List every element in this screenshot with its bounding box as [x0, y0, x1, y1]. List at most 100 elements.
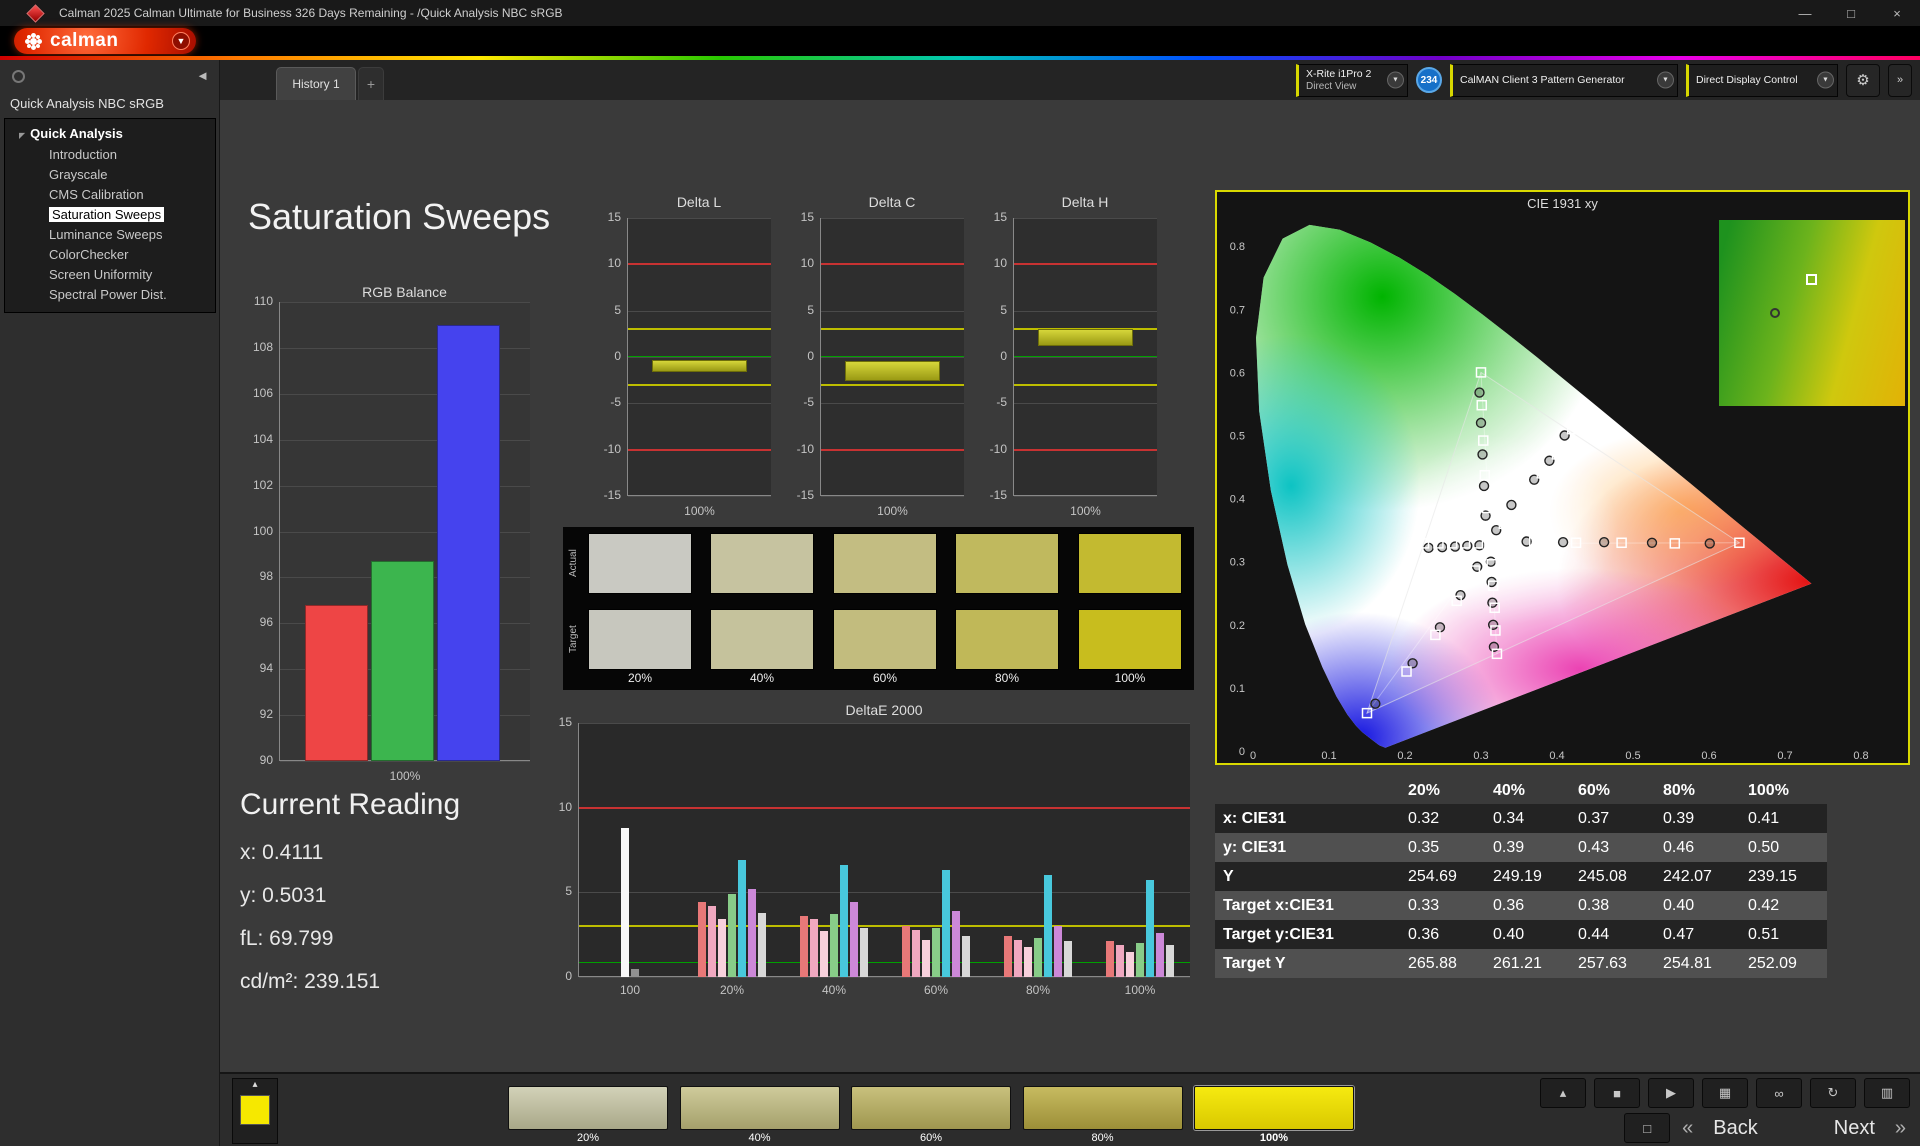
- tab-history-1[interactable]: History 1: [276, 67, 356, 100]
- chevrons-left-icon[interactable]: «: [1682, 1117, 1693, 1140]
- svg-text:0.6: 0.6: [1230, 367, 1245, 379]
- app-icon: [26, 3, 45, 23]
- refresh-button[interactable]: ↻: [1810, 1078, 1856, 1108]
- delta-h-title: Delta H: [1061, 194, 1109, 210]
- pattern-patch-100%[interactable]: [1194, 1086, 1354, 1130]
- patch-label: 80%: [1091, 1132, 1114, 1144]
- svg-text:0.4: 0.4: [1230, 494, 1245, 506]
- sidebar-item-grayscale[interactable]: Grayscale: [5, 164, 215, 184]
- svg-text:0.5: 0.5: [1625, 750, 1640, 762]
- tree-root-quick-analysis[interactable]: ◤ Quick Analysis: [5, 124, 215, 144]
- delta-c-title: Delta C: [868, 194, 916, 210]
- rgb-balance-plot: 90 92 94 96 98 100 102 104 106 108 110 100%: [253, 294, 530, 783]
- svg-text:0.8: 0.8: [1230, 241, 1245, 253]
- rgb-bar-green: [371, 561, 434, 761]
- logo-bar: calman ▼: [0, 26, 1920, 56]
- square-icon: □: [1643, 1120, 1652, 1136]
- sidebar: ◄ Quick Analysis NBC sRGB ◤ Quick Analysi…: [0, 60, 220, 1146]
- play-button[interactable]: ▶: [1648, 1078, 1694, 1108]
- meter-status-badge[interactable]: 234: [1416, 67, 1442, 93]
- pattern-patch-20%[interactable]: [508, 1086, 668, 1130]
- close-button[interactable]: ×: [1874, 0, 1920, 26]
- cie-measured-point: [1598, 536, 1610, 548]
- sidebar-collapse-icon[interactable]: ◄: [196, 68, 209, 83]
- patch-label: 40%: [748, 1132, 771, 1144]
- display-control-dropdown[interactable]: Direct Display Control ▼: [1686, 63, 1838, 97]
- cie-title: CIE 1931 xy: [1527, 196, 1598, 211]
- sidebar-item-saturation-sweeps[interactable]: Saturation Sweeps: [5, 204, 215, 224]
- svg-text:0: 0: [1239, 746, 1245, 758]
- saturation-data-table: 20% 40% 60% 80% 100% x: CIE31 0.32 0.34 0.37 0.39…: [1215, 778, 1827, 978]
- panel-expand-button[interactable]: »: [1888, 63, 1912, 97]
- table-row: Target Y 265.88 261.21 257.63 254.81 252.09: [1215, 949, 1827, 978]
- sidebar-item-colorchecker[interactable]: ColorChecker: [5, 244, 215, 264]
- svg-text:0.7: 0.7: [1230, 304, 1245, 316]
- sidebar-item-luminance-sweeps[interactable]: Luminance Sweeps: [5, 224, 215, 244]
- delta-l-plot: -15 -10 -5 0 5 10 15 100%: [604, 210, 771, 518]
- cie-measured-point: [1487, 619, 1499, 630]
- current-reading-block: Current Reading x: 0.4111 y: 0.5031 fL: 69…: [240, 788, 461, 993]
- deltae-title: DeltaE 2000: [845, 702, 923, 718]
- pattern-patch-40%[interactable]: [679, 1086, 840, 1130]
- svg-text:0.1: 0.1: [1321, 750, 1336, 762]
- cie-measured-point: [1506, 499, 1517, 511]
- svg-text:0.7: 0.7: [1777, 750, 1792, 762]
- back-button[interactable]: Back: [1713, 1117, 1757, 1140]
- sidebar-item-screen-uniformity[interactable]: Screen Uniformity: [5, 264, 215, 284]
- rgb-balance-title: RGB Balance: [362, 284, 447, 300]
- maximize-button[interactable]: □: [1828, 0, 1874, 26]
- stop-button[interactable]: ■: [1594, 1078, 1640, 1108]
- table-row: x: CIE31 0.32 0.34 0.37 0.39 0.41: [1215, 804, 1827, 833]
- collapse-arrow-icon: ◤: [19, 131, 26, 140]
- collapse-up-button[interactable]: ▴: [1540, 1078, 1586, 1108]
- delta-h-plot: -15 -10 -5 0 5 10 15 100%: [990, 210, 1157, 518]
- patch-label: 100%: [1259, 1132, 1289, 1144]
- device-toolbar: X-Rite i1Pro 2 Direct View ▼ 234 CalMAN …: [1296, 63, 1920, 97]
- cie-measured-point: [1449, 541, 1461, 552]
- svg-text:0.1: 0.1: [1230, 683, 1245, 695]
- chevron-down-icon: ▼: [1387, 71, 1404, 89]
- sidebar-item-spectral-power-dist-[interactable]: Spectral Power Dist.: [5, 284, 215, 304]
- svg-text:0.3: 0.3: [1230, 557, 1245, 569]
- loop-button[interactable]: ∞: [1756, 1078, 1802, 1108]
- calman-logo[interactable]: calman ▼: [14, 28, 196, 54]
- pattern-window-button[interactable]: □: [1624, 1113, 1671, 1143]
- table-row: y: CIE31 0.35 0.39 0.43 0.46 0.50: [1215, 833, 1827, 862]
- delta-l-chart: Delta L -15 -10 -5 0 5 10 15 100%: [592, 194, 778, 524]
- save-button[interactable]: ▦: [1702, 1078, 1748, 1108]
- pattern-generator-dropdown[interactable]: CalMAN Client 3 Pattern Generator ▼: [1450, 63, 1678, 97]
- pattern-patch-80%[interactable]: [1022, 1086, 1183, 1130]
- cie-measured-point: [1704, 538, 1715, 549]
- svg-text:0.5: 0.5: [1230, 431, 1245, 443]
- cie-1931-panel[interactable]: CIE 1931 xy 0 0 0.1 0.1 0.2 0.2 0.3 0.3 0.4 0.4 0.…: [1215, 190, 1910, 765]
- tab-strip: History 1 + X-Rite i1Pro 2 Direct View ▼…: [220, 60, 1920, 100]
- cie-zoom-inset: [1719, 220, 1905, 406]
- add-tab-button[interactable]: +: [358, 67, 384, 100]
- page-title: Saturation Sweeps: [248, 196, 551, 237]
- pattern-patch-60%[interactable]: [851, 1086, 1011, 1130]
- chevrons-right-icon[interactable]: »: [1895, 1117, 1906, 1140]
- minimize-button[interactable]: —: [1782, 0, 1828, 26]
- chevron-down-icon: ▼: [1657, 71, 1674, 89]
- meter-dropdown[interactable]: X-Rite i1Pro 2 Direct View ▼: [1296, 63, 1408, 97]
- titlebar: Calman 2025 Calman Ultimate for Business…: [0, 0, 1920, 26]
- cie-measured-point: [1557, 536, 1569, 548]
- settings-gear-button[interactable]: ⚙: [1846, 63, 1880, 97]
- cie-measured-point: [1646, 537, 1658, 548]
- table-row: Target y:CIE31 0.36 0.40 0.44 0.47 0.51: [1215, 920, 1827, 949]
- logo-menu-chevron-icon[interactable]: ▼: [172, 32, 190, 50]
- session-dot-icon[interactable]: [12, 70, 25, 83]
- sidebar-item-introduction[interactable]: Introduction: [5, 144, 215, 164]
- collapse-up-icon[interactable]: ▴: [252, 1079, 257, 1093]
- measured-point-icon: [1769, 308, 1780, 318]
- svg-text:0: 0: [1250, 750, 1256, 762]
- sidebar-item-cms-calibration[interactable]: CMS Calibration: [5, 184, 215, 204]
- grid-button[interactable]: ▥: [1864, 1078, 1910, 1108]
- svg-text:0.4: 0.4: [1549, 750, 1564, 762]
- table-row: Y 254.69 249.19 245.08 242.07 239.15: [1215, 862, 1827, 891]
- saturation-swatch-panel: Actual Target 20% 40% 60% 80% 100%: [563, 527, 1194, 690]
- cie-measured-point: [1478, 480, 1490, 492]
- patch-label: 60%: [919, 1132, 943, 1144]
- next-button[interactable]: Next: [1834, 1117, 1875, 1140]
- cie-measured-point: [1370, 698, 1381, 709]
